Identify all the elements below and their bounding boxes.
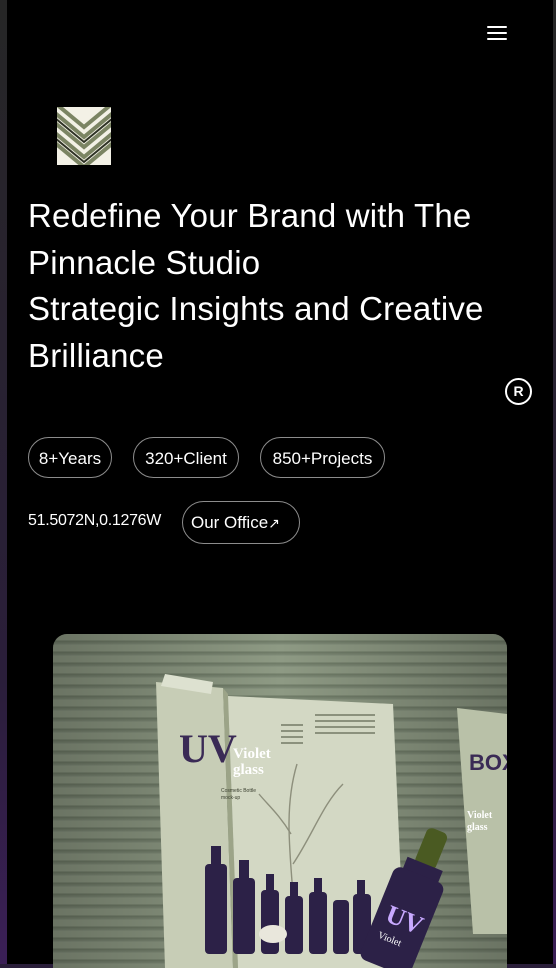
headline-line-3: Strategic Insights and Creative	[28, 290, 484, 327]
chevron-pattern-logo-icon	[53, 101, 115, 170]
brochure-title-2: glass	[233, 762, 264, 778]
brochure-subtitle-2: mock-up	[221, 795, 240, 801]
showcase-image: UV Violet glass Cosmetic Bottle mock-up	[53, 634, 507, 968]
headline-line-1: Redefine Your Brand with The	[28, 197, 472, 234]
box-line-2: glass	[467, 822, 488, 833]
brochure-title-1: Violet	[233, 746, 271, 762]
window-frame-left	[0, 0, 7, 968]
arrow-up-right-icon: ↗	[268, 515, 280, 531]
registered-trademark-icon: R	[505, 378, 532, 405]
our-office-label: Our Office	[191, 513, 269, 532]
stat-pill-projects: 850+Projects	[260, 437, 385, 478]
headline-line-2: Pinnacle Studio	[28, 243, 261, 281]
box-line-1: Violet	[467, 810, 493, 821]
headline-line-4: Brilliance	[28, 336, 164, 374]
brochure-subtitle: Cosmetic Bottle	[221, 788, 256, 794]
stat-pill-clients: 320+Client	[133, 437, 239, 478]
office-coordinates: 51.5072N,0.1276W	[28, 512, 162, 529]
box-title: BOX	[469, 750, 507, 775]
hamburger-menu-icon[interactable]	[484, 22, 510, 44]
our-office-button[interactable]: Our Office↗	[182, 501, 300, 544]
hero-headline: Redefine Your Brand with The Pinnacle St…	[28, 193, 528, 379]
stat-pill-years: 8+Years	[28, 437, 112, 478]
brochure-letters: UV	[179, 726, 237, 771]
